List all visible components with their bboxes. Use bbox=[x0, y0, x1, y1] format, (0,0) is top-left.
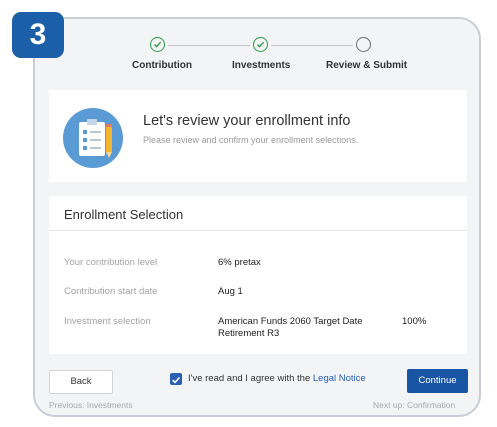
step-contribution-check-icon bbox=[150, 37, 165, 52]
legal-agree-text: I've read and I agree with the Legal Not… bbox=[188, 373, 366, 384]
intro-title: Let's review your enrollment info bbox=[143, 113, 351, 129]
start-date-label: Contribution start date bbox=[64, 286, 158, 297]
contribution-level-value: 6% pretax bbox=[218, 257, 261, 268]
intro-subtitle: Please review and confirm your enrollmen… bbox=[143, 135, 359, 145]
step-review-circle-icon bbox=[356, 37, 371, 52]
step-label-review: Review & Submit bbox=[326, 60, 408, 71]
checklist-clipboard-icon bbox=[63, 108, 123, 168]
legal-agree-checkbox[interactable] bbox=[170, 373, 182, 385]
back-button[interactable]: Back bbox=[49, 370, 113, 394]
next-step-text: Next up: Confirmation bbox=[373, 400, 456, 410]
step-label-contribution: Contribution bbox=[132, 60, 192, 71]
step-connector bbox=[168, 45, 250, 46]
step-investments-check-icon bbox=[253, 37, 268, 52]
contribution-level-label: Your contribution level bbox=[64, 257, 158, 268]
enrollment-section-title: Enrollment Selection bbox=[64, 207, 184, 222]
checkmark-icon bbox=[172, 377, 180, 384]
investment-selection-label: Investment selection bbox=[64, 316, 151, 327]
step-label-investments: Investments bbox=[232, 60, 291, 71]
previous-step-text: Previous: Investments bbox=[49, 400, 133, 410]
legal-notice-link[interactable]: Legal Notice bbox=[313, 373, 366, 384]
investment-percent-value: 100% bbox=[402, 316, 427, 327]
step-connector bbox=[271, 45, 353, 46]
investment-selection-value: American Funds 2060 Target Date Retireme… bbox=[218, 316, 363, 339]
step-number-badge: 3 bbox=[12, 12, 64, 58]
section-divider bbox=[49, 230, 467, 231]
continue-button[interactable]: Continue bbox=[407, 369, 468, 393]
agree-statement: I've read and I agree with the bbox=[188, 373, 311, 384]
start-date-value: Aug 1 bbox=[218, 286, 243, 297]
